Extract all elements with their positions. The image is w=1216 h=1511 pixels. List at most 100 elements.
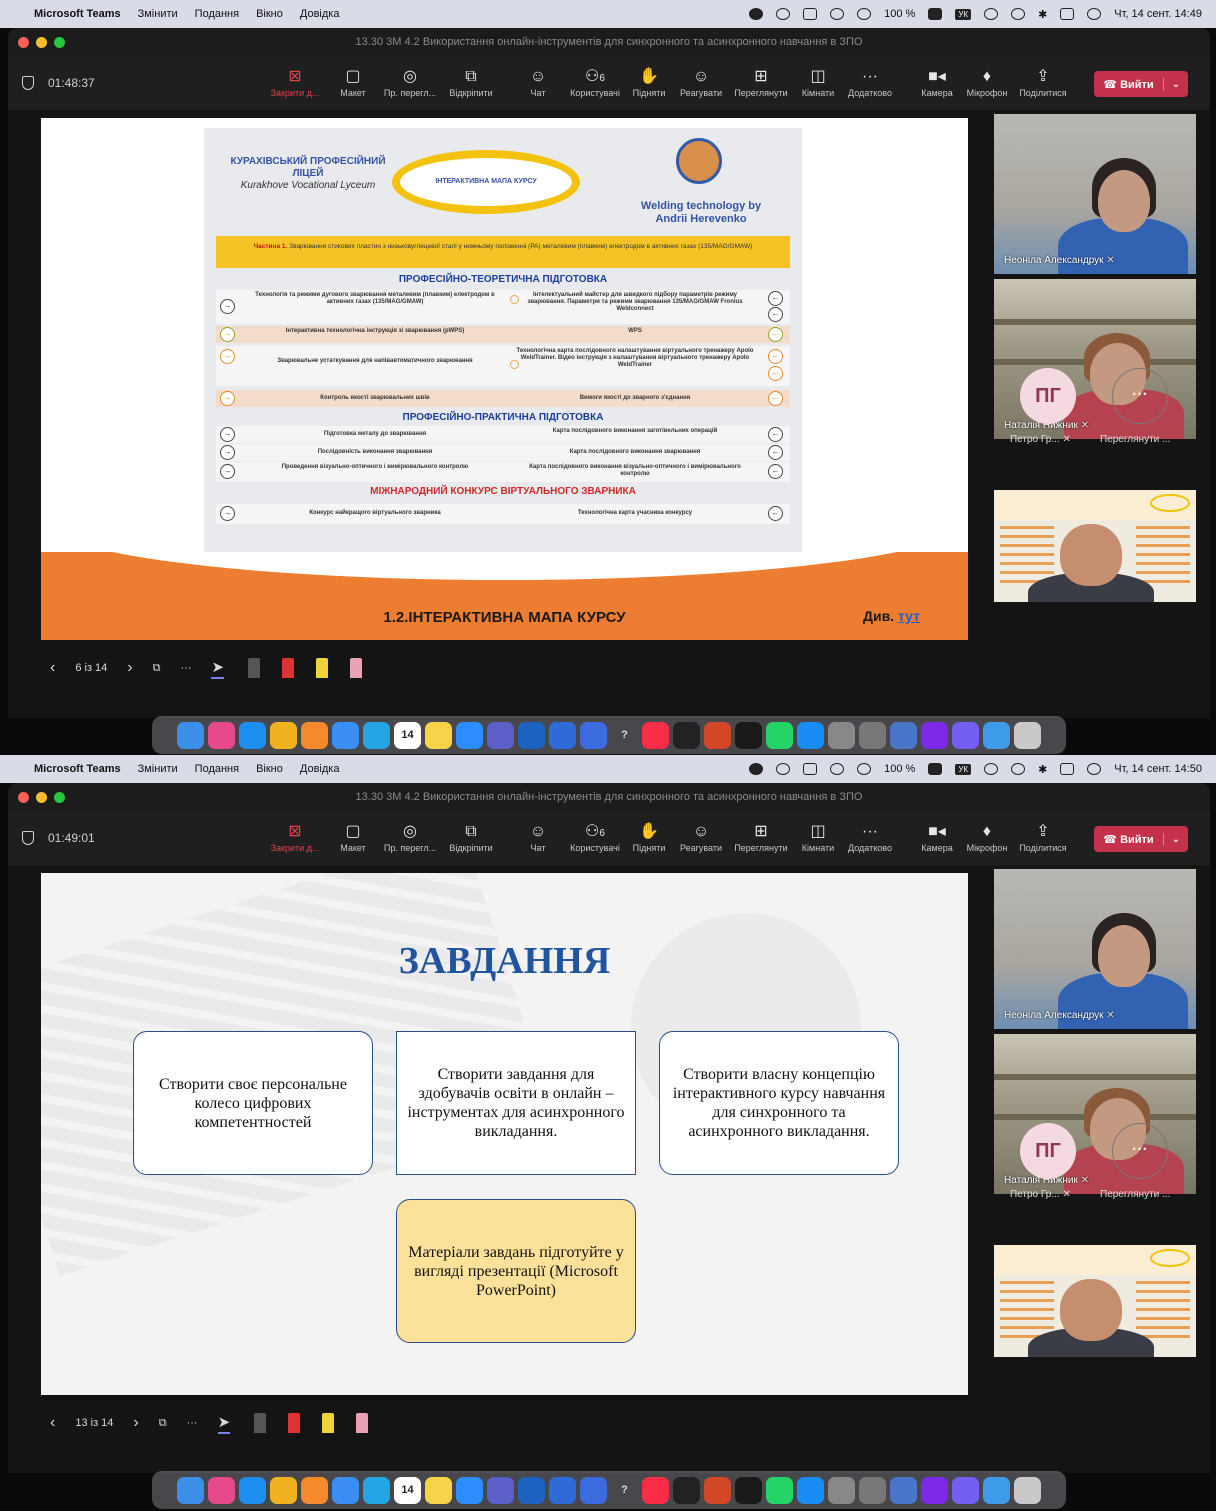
screen-share-icon[interactable] <box>803 8 818 20</box>
slides-grid-icon[interactable]: ⧉ <box>159 1417 167 1430</box>
shield-status-icon[interactable] <box>749 763 764 775</box>
vpn-icon[interactable] <box>776 8 791 20</box>
launchpad-icon[interactable] <box>208 721 235 749</box>
mic-button[interactable]: ♦ Мікрофон <box>956 821 1018 853</box>
vpn-app-icon[interactable] <box>549 1476 576 1504</box>
avatar[interactable]: ПГ <box>1020 1123 1076 1179</box>
downloads-folder-icon[interactable] <box>983 1476 1010 1504</box>
view-more-button[interactable]: ··· <box>1112 368 1168 424</box>
music-icon[interactable] <box>642 1476 669 1504</box>
powerpoint-icon[interactable] <box>704 1476 731 1504</box>
unpin-button[interactable]: ⧉ Відкріпити <box>440 821 502 853</box>
stop-sharing-button[interactable]: ⊠ Закрити д... <box>264 821 326 853</box>
notes-icon[interactable] <box>425 1476 452 1504</box>
view-button[interactable]: ⊞ Переглянути <box>730 66 792 98</box>
control-center-icon[interactable] <box>1060 8 1075 20</box>
highlighter-icon[interactable] <box>316 658 329 678</box>
menu-window[interactable]: Вікно <box>256 8 283 20</box>
prev-slide-button[interactable]: ‹ <box>50 659 55 677</box>
vpn-app-icon[interactable] <box>549 721 576 749</box>
shield-status-icon[interactable] <box>749 8 764 20</box>
input-source[interactable]: УК <box>955 8 972 20</box>
map-row[interactable]: → Контроль якості зварювальних швів Вимоги… <box>216 390 790 407</box>
slide-hyperlink[interactable]: тут <box>898 608 920 624</box>
powerpoint-icon[interactable] <box>704 721 731 749</box>
chat-button[interactable]: ☺ Чат <box>507 66 569 98</box>
safari-icon[interactable] <box>239 721 266 749</box>
battery-icon[interactable] <box>928 763 943 775</box>
video-tile-neonila[interactable]: Неоніла Александрук ✕ <box>994 869 1196 1029</box>
battery-icon[interactable] <box>928 8 943 20</box>
search-icon[interactable] <box>1011 8 1026 20</box>
menu-app[interactable]: Microsoft Teams <box>34 8 121 20</box>
chrome-icon[interactable] <box>270 721 297 749</box>
chat-button[interactable]: ☺ Чат <box>507 821 569 853</box>
canva-icon[interactable] <box>921 721 948 749</box>
app-store-icon[interactable] <box>797 721 824 749</box>
help-icon[interactable]: ? <box>611 1477 638 1504</box>
pen-red-icon[interactable] <box>288 1413 301 1433</box>
bluetooth-icon[interactable]: ✱ <box>1038 8 1047 21</box>
help-icon[interactable]: ? <box>611 722 638 749</box>
more-options-icon[interactable]: ··· <box>180 662 191 674</box>
share-button[interactable]: ⇪ Поділитися <box>1012 821 1074 853</box>
remote-desktop-icon[interactable] <box>890 721 917 749</box>
siri-icon[interactable] <box>1087 8 1102 20</box>
more-button[interactable]: ··· Додатково <box>839 821 901 853</box>
bluetooth-icon[interactable]: ✱ <box>1038 763 1047 776</box>
menu-window[interactable]: Вікно <box>256 763 283 775</box>
map-row[interactable]: → Підготовка металу до зварювання Карта по… <box>216 426 790 443</box>
trash-icon[interactable] <box>1014 1476 1041 1504</box>
control-center-icon[interactable] <box>1060 763 1075 775</box>
slides-grid-icon[interactable]: ⧉ <box>153 662 161 675</box>
calendar-icon[interactable]: 14 <box>394 721 421 749</box>
downloads-folder-icon[interactable] <box>983 721 1010 749</box>
terminal-icon[interactable] <box>673 1476 700 1504</box>
mail-icon[interactable] <box>332 1476 359 1504</box>
map-row[interactable]: → Зварювальне устаткування для напівавтом… <box>216 346 790 386</box>
video-tile-neonila[interactable]: Неоніла Александрук ✕ <box>994 114 1196 274</box>
system-settings-icon[interactable] <box>859 1476 886 1504</box>
menu-help[interactable]: Довідка <box>300 763 340 775</box>
view-more-button[interactable]: ··· <box>1112 1123 1168 1179</box>
weather-icon[interactable] <box>830 763 845 775</box>
calculator-icon[interactable] <box>828 721 855 749</box>
eraser-icon[interactable] <box>350 658 363 678</box>
system-settings-icon[interactable] <box>859 721 886 749</box>
react-button[interactable]: ☺ Реагувати <box>670 821 732 853</box>
menu-edit[interactable]: Змінити <box>138 8 178 20</box>
presenter-video-tile[interactable] <box>994 1245 1196 1357</box>
presenter-view-button[interactable]: ◎ Пр. перегл... <box>379 821 441 853</box>
presenter-video-tile[interactable] <box>994 490 1196 602</box>
stop-sharing-button[interactable]: ⊠ Закрити д... <box>264 66 326 98</box>
pen-black-icon[interactable] <box>248 658 261 678</box>
more-button[interactable]: ··· Додатково <box>839 66 901 98</box>
share-button[interactable]: ⇪ Поділитися <box>1012 66 1074 98</box>
word-icon[interactable] <box>518 1476 545 1504</box>
whatsapp-icon[interactable] <box>766 721 793 749</box>
whatsapp-icon[interactable] <box>766 1476 793 1504</box>
mail-icon[interactable] <box>332 721 359 749</box>
avatar[interactable]: ПГ <box>1020 368 1076 424</box>
finder-icon[interactable] <box>177 1476 204 1504</box>
presenter-view-button[interactable]: ◎ Пр. перегл... <box>379 66 441 98</box>
input-source[interactable]: УК <box>955 763 972 775</box>
chrome-icon[interactable] <box>270 1476 297 1504</box>
eraser-icon[interactable] <box>356 1413 369 1433</box>
prev-slide-button[interactable]: ‹ <box>50 1414 55 1432</box>
highlighter-icon[interactable] <box>322 1413 335 1433</box>
menubar-clock[interactable]: Чт, 14 сент. 14:50 <box>1114 763 1202 775</box>
app-store-icon[interactable] <box>797 1476 824 1504</box>
calculator-icon[interactable] <box>828 1476 855 1504</box>
menu-view[interactable]: Подання <box>195 763 239 775</box>
menu-edit[interactable]: Змінити <box>138 763 178 775</box>
zoom-icon[interactable] <box>456 1476 483 1504</box>
safari-icon[interactable] <box>239 1476 266 1504</box>
word-icon[interactable] <box>518 721 545 749</box>
menubar-clock[interactable]: Чт, 14 сент. 14:49 <box>1114 8 1202 20</box>
menu-view[interactable]: Подання <box>195 8 239 20</box>
play-icon[interactable] <box>857 763 872 775</box>
teams-icon[interactable] <box>487 1476 514 1504</box>
telegram-icon[interactable] <box>363 1476 390 1504</box>
trash-icon[interactable] <box>1014 721 1041 749</box>
